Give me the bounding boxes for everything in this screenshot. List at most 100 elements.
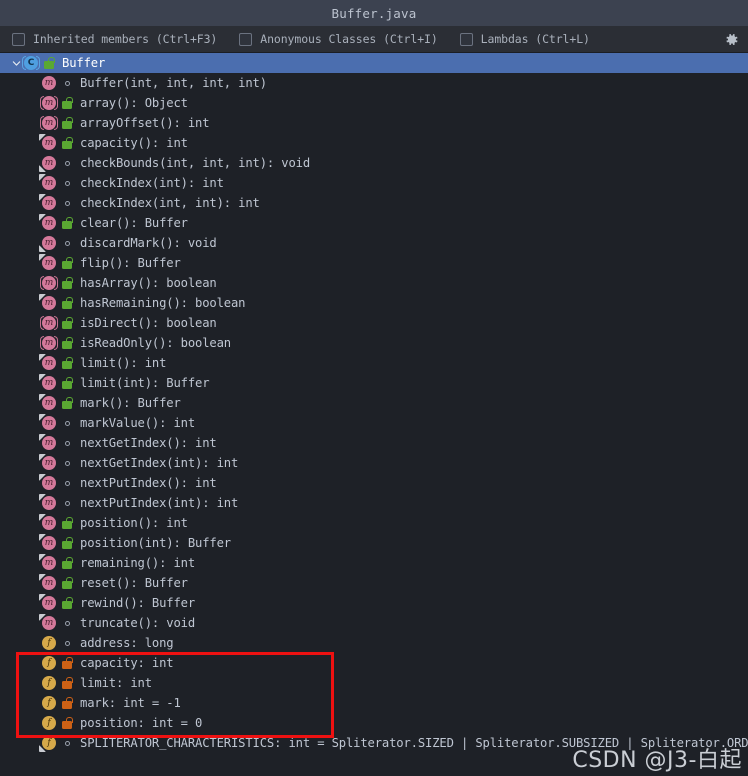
tree-row-method[interactable]: m remaining(): int xyxy=(0,553,748,573)
method-icon: m xyxy=(40,115,58,131)
tree-row-method[interactable]: m clear(): Buffer xyxy=(0,213,748,233)
tree-row-label: clear(): Buffer xyxy=(80,216,188,230)
tree-row-method[interactable]: m rewind(): Buffer xyxy=(0,593,748,613)
tree-row-method[interactable]: m discardMark(): void xyxy=(0,233,748,253)
checkbox-anonymous-classes[interactable] xyxy=(239,32,253,46)
filter-inherited-members[interactable]: Inherited members (Ctrl+F3) xyxy=(12,32,217,46)
tree-row-field[interactable]: f SPLITERATOR_CHARACTERISTICS: int = Spli… xyxy=(0,733,748,753)
tree-row-method[interactable]: m checkIndex(int): int xyxy=(0,173,748,193)
method-icon: m xyxy=(41,195,57,211)
method-icon: m xyxy=(41,435,57,451)
tree-row-label: flip(): Buffer xyxy=(80,256,181,270)
tree-row-label: checkBounds(int, int, int): void xyxy=(80,156,310,170)
field-icon: f xyxy=(41,635,57,651)
tree-row-label: nextGetIndex(): int xyxy=(80,436,217,450)
tree-row-label: capacity: int xyxy=(80,656,174,670)
tree-row-method[interactable]: m reset(): Buffer xyxy=(0,573,748,593)
tree-row-label: checkIndex(int): int xyxy=(80,176,224,190)
tree-row-label: limit: int xyxy=(80,676,152,690)
class-icon: C xyxy=(22,55,40,71)
tree-row-method[interactable]: m truncate(): void xyxy=(0,613,748,633)
tree-row-label: discardMark(): void xyxy=(80,236,217,250)
tree-row-field[interactable]: f position: int = 0 xyxy=(0,713,748,733)
method-icon: m xyxy=(41,295,57,311)
tree-row-label: rewind(): Buffer xyxy=(80,596,195,610)
tree-row-method[interactable]: m hasRemaining(): boolean xyxy=(0,293,748,313)
filter-label-inherited-members: Inherited members (Ctrl+F3) xyxy=(33,32,218,46)
public-visibility-icon xyxy=(60,376,74,390)
tree-row-label: hasArray(): boolean xyxy=(80,276,217,290)
tree-row-label: checkIndex(int, int): int xyxy=(80,196,260,210)
tree-row-field[interactable]: f capacity: int xyxy=(0,653,748,673)
public-visibility-icon xyxy=(60,256,74,270)
method-icon: m xyxy=(41,395,57,411)
public-visibility-icon xyxy=(60,356,74,370)
tree-row-method[interactable]: m nextGetIndex(int): int xyxy=(0,453,748,473)
method-icon: m xyxy=(41,515,57,531)
tree-row-method[interactable]: m Buffer(int, int, int, int) xyxy=(0,73,748,93)
tree-row-label: nextPutIndex(): int xyxy=(80,476,217,490)
tree-row-field[interactable]: f limit: int xyxy=(0,673,748,693)
method-icon: m xyxy=(41,375,57,391)
public-lock-icon xyxy=(42,56,56,70)
tree-row-method[interactable]: m isDirect(): boolean xyxy=(0,313,748,333)
tree-row-label: mark(): Buffer xyxy=(80,396,181,410)
tree-row-method[interactable]: m hasArray(): boolean xyxy=(0,273,748,293)
tree-row-method[interactable]: m nextPutIndex(int): int xyxy=(0,493,748,513)
tree-row-method[interactable]: m limit(int): Buffer xyxy=(0,373,748,393)
tree-row-label: arrayOffset(): int xyxy=(80,116,210,130)
tree-row-method[interactable]: m mark(): Buffer xyxy=(0,393,748,413)
method-icon: m xyxy=(41,415,57,431)
tree-row-method[interactable]: m nextPutIndex(): int xyxy=(0,473,748,493)
tree-row-method[interactable]: m arrayOffset(): int xyxy=(0,113,748,133)
checkbox-inherited-members[interactable] xyxy=(12,32,25,46)
structure-tree[interactable]: C Buffer m Buffer(int, int, int, int) m arr… xyxy=(0,53,748,776)
public-visibility-icon xyxy=(60,576,74,590)
public-visibility-icon xyxy=(60,336,74,350)
tree-row-method[interactable]: m position(): int xyxy=(0,513,748,533)
tree-row-method[interactable]: m array(): Object xyxy=(0,93,748,113)
package-visibility-icon xyxy=(60,736,74,750)
tree-row-method[interactable]: m checkIndex(int, int): int xyxy=(0,193,748,213)
tree-row-method[interactable]: m nextGetIndex(): int xyxy=(0,433,748,453)
method-icon: m xyxy=(41,495,57,511)
tree-row-label: position: int = 0 xyxy=(80,716,203,730)
tree-member-list[interactable]: m Buffer(int, int, int, int) m array(): Obj… xyxy=(0,73,748,753)
tree-row-label: array(): Object xyxy=(80,96,188,110)
package-visibility-icon xyxy=(60,616,74,630)
field-icon: f xyxy=(41,715,57,731)
public-visibility-icon xyxy=(60,276,74,290)
public-visibility-icon xyxy=(60,396,74,410)
public-visibility-icon xyxy=(60,296,74,310)
filter-lambdas[interactable]: Lambdas (Ctrl+L) xyxy=(459,32,590,46)
tree-row-label: truncate(): void xyxy=(80,616,195,630)
tree-row-label: position(): int xyxy=(80,516,188,530)
package-visibility-icon xyxy=(60,496,74,510)
filter-anonymous-classes[interactable]: Anonymous Classes (Ctrl+I) xyxy=(239,32,438,46)
tree-row-method[interactable]: m markValue(): int xyxy=(0,413,748,433)
tree-row-class-buffer[interactable]: C Buffer xyxy=(0,53,748,73)
tree-row-method[interactable]: m position(int): Buffer xyxy=(0,533,748,553)
filter-label-anonymous-classes: Anonymous Classes (Ctrl+I) xyxy=(260,32,438,46)
package-visibility-icon xyxy=(60,436,74,450)
method-icon: m xyxy=(41,595,57,611)
method-icon: m xyxy=(41,135,57,151)
tree-row-method[interactable]: m capacity(): int xyxy=(0,133,748,153)
method-icon: m xyxy=(41,575,57,591)
package-visibility-icon xyxy=(60,236,74,250)
tree-row-method[interactable]: m checkBounds(int, int, int): void xyxy=(0,153,748,173)
checkbox-lambdas[interactable] xyxy=(459,32,473,46)
tree-row-label: limit(): int xyxy=(80,356,167,370)
method-icon: m xyxy=(40,335,58,351)
tree-row-method[interactable]: m limit(): int xyxy=(0,353,748,373)
tree-row-method[interactable]: m flip(): Buffer xyxy=(0,253,748,273)
gear-icon[interactable] xyxy=(722,30,740,48)
method-icon: m xyxy=(41,75,57,91)
method-icon: m xyxy=(41,355,57,371)
tree-row-method[interactable]: m isReadOnly(): boolean xyxy=(0,333,748,353)
filter-label-lambdas: Lambdas (Ctrl+L) xyxy=(480,32,590,46)
tree-row-field[interactable]: f mark: int = -1 xyxy=(0,693,748,713)
tree-row-label: address: long xyxy=(80,636,174,650)
tree-row-field[interactable]: f address: long xyxy=(0,633,748,653)
tree-row-label: isReadOnly(): boolean xyxy=(80,336,231,350)
